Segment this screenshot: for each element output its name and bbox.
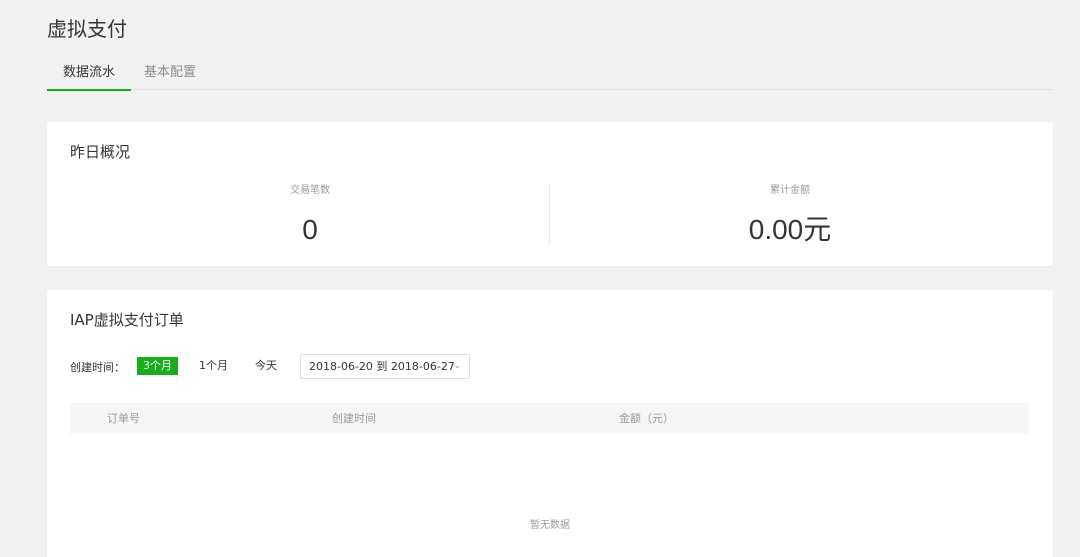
date-filter: 创建时间： 3个月 1个月 今天 2018-06-20 到 2018-06-27…	[70, 354, 570, 379]
range-today-button[interactable]: 今天	[249, 357, 283, 375]
page-title: 虚拟支付	[47, 17, 127, 41]
filter-label: 创建时间：	[70, 361, 125, 374]
overview-card: 昨日概况 交易笔数 0 累计金额 0.00元	[47, 122, 1053, 266]
date-range-value: 2018-06-20 到 2018-06-27	[309, 360, 455, 373]
empty-state: 暂无数据	[530, 520, 570, 531]
table-header: 订单号 创建时间 金额（元）	[70, 403, 1029, 434]
date-range-picker[interactable]: 2018-06-20 到 2018-06-27 ⌄	[300, 354, 470, 379]
stat-label: 累计金额	[770, 185, 810, 196]
range-1-month-button[interactable]: 1个月	[193, 357, 234, 375]
virtual-payment-page: 虚拟支付 数据流水 基本配置 昨日概况 交易笔数 0 累计金额 0.00元 IA…	[0, 0, 1080, 557]
tab-bar: 数据流水 基本配置	[46, 60, 1053, 91]
stat-transaction-count: 交易笔数 0	[60, 184, 560, 248]
column-created-time: 创建时间	[332, 412, 376, 425]
stat-total-amount: 累计金额 0.00元	[540, 184, 1040, 248]
column-order-id: 订单号	[107, 412, 140, 425]
tab-data-flow[interactable]: 数据流水	[46, 64, 132, 91]
range-3-months-button[interactable]: 3个月	[137, 357, 178, 375]
overview-title: 昨日概况	[70, 143, 131, 161]
column-amount: 金额（元）	[619, 412, 674, 425]
orders-card: IAP虚拟支付订单 创建时间： 3个月 1个月 今天 2018-06-20 到 …	[47, 290, 1053, 557]
chevron-down-icon: ⌄	[453, 361, 461, 371]
stat-value: 0	[302, 214, 318, 245]
tab-basic-config[interactable]: 基本配置	[144, 64, 196, 90]
stat-label: 交易笔数	[290, 185, 330, 196]
stat-value: 0.00元	[748, 214, 832, 245]
orders-title: IAP虚拟支付订单	[70, 311, 184, 329]
